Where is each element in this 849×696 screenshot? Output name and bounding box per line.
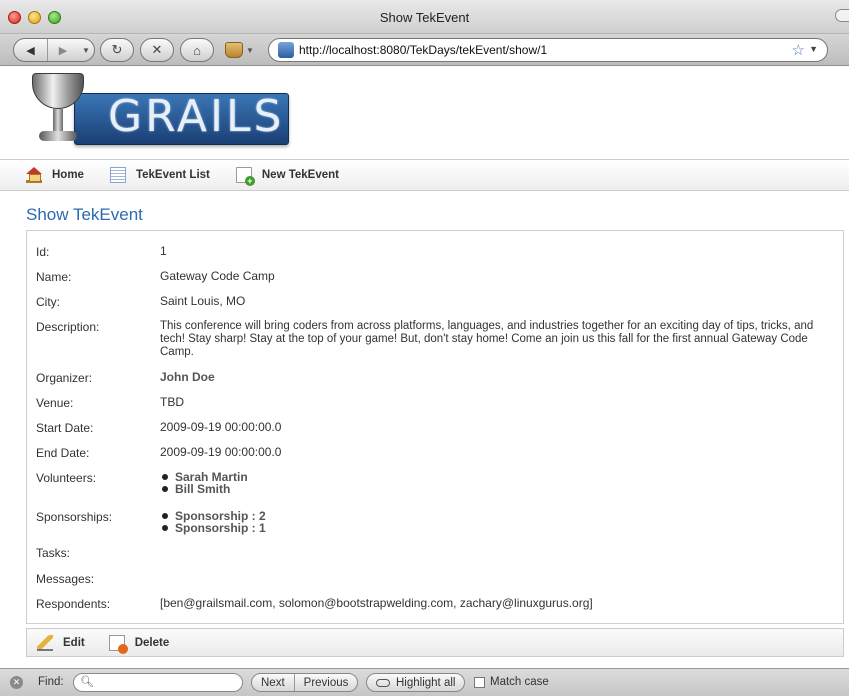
- name-label: Name:: [36, 270, 72, 284]
- window-title: Show TekEvent: [379, 10, 470, 25]
- reload-icon: ↻: [111, 42, 123, 57]
- start-date-value: 2009-09-19 00:00:00.0: [160, 420, 282, 434]
- new-document-icon: [235, 167, 255, 186]
- search-icon: 🔍︎: [80, 676, 94, 688]
- city-label: City:: [36, 295, 60, 309]
- start-date-label: Start Date:: [36, 421, 94, 435]
- page-title: Show TekEvent: [26, 205, 143, 224]
- back-arrow-icon: ◀: [26, 44, 35, 57]
- match-case-label[interactable]: Match case: [490, 676, 549, 688]
- home-button[interactable]: ⌂: [180, 38, 214, 62]
- header-logo-area: GRAILS: [0, 67, 849, 159]
- page-nav: Home TekEvent List New TekEvent: [0, 159, 849, 191]
- chevron-down-icon: ▼: [82, 45, 90, 55]
- end-date-value: 2009-09-19 00:00:00.0: [160, 445, 282, 459]
- id-value: 1: [160, 244, 167, 258]
- toolbar-toggle-button[interactable]: [835, 9, 849, 22]
- match-case-checkbox[interactable]: [474, 677, 485, 688]
- nav-new-tekevent-link[interactable]: New TekEvent: [235, 167, 339, 186]
- url-dropdown-icon[interactable]: ▼: [809, 44, 818, 54]
- tasks-label: Tasks:: [36, 546, 71, 560]
- url-text: http://localhost:8080/TekDays/tekEvent/s…: [299, 43, 548, 57]
- reload-button[interactable]: ↻: [100, 38, 134, 62]
- window-titlebar: Show TekEvent: [0, 0, 849, 34]
- find-input[interactable]: 🔍︎: [73, 673, 243, 692]
- messages-label: Messages:: [36, 572, 95, 586]
- nav-home-label: Home: [52, 169, 84, 181]
- nav-home-link[interactable]: Home: [26, 167, 84, 183]
- history-dropdown-button[interactable]: ▼: [78, 39, 94, 61]
- description-value: This conference will bring coders from a…: [160, 320, 814, 358]
- delete-document-icon: [108, 634, 128, 654]
- organizer-link[interactable]: John Doe: [160, 371, 831, 384]
- delete-button[interactable]: Delete: [108, 634, 170, 654]
- find-label: Find:: [38, 676, 64, 688]
- edit-label: Edit: [63, 636, 85, 649]
- stop-button[interactable]: ✕: [140, 38, 174, 62]
- chevron-down-icon: ▼: [246, 45, 254, 55]
- volunteer-link[interactable]: Sarah Martin: [160, 471, 831, 483]
- action-buttons: Edit Delete: [26, 628, 844, 657]
- city-value: Saint Louis, MO: [160, 294, 246, 308]
- highlight-all-label: Highlight all: [396, 676, 456, 689]
- sponsorship-link[interactable]: Sponsorship : 1: [160, 522, 831, 534]
- bookmarks-button[interactable]: ▼: [225, 40, 255, 60]
- url-bar[interactable]: http://localhost:8080/TekDays/tekEvent/s…: [268, 38, 828, 62]
- history-nav-group: ◀ ▶ ▼: [13, 38, 95, 62]
- nav-list-label: TekEvent List: [135, 169, 210, 181]
- nav-new-label: New TekEvent: [261, 169, 339, 181]
- logo-text: GRAILS: [108, 91, 285, 142]
- mug-icon: [225, 42, 243, 58]
- id-label: Id:: [36, 245, 50, 259]
- sponsorships-label: Sponsorships:: [36, 510, 113, 524]
- close-find-bar-button[interactable]: ✕: [10, 676, 23, 689]
- sponsorships-list: Sponsorship : 2 Sponsorship : 1: [160, 510, 831, 534]
- details-table: Id: 1 Name: Gateway Code Camp City: Sain…: [26, 230, 844, 624]
- volunteer-link[interactable]: Bill Smith: [160, 483, 831, 495]
- pencil-icon: [37, 634, 53, 651]
- volunteers-label: Volunteers:: [36, 471, 97, 485]
- home-icon: [26, 167, 42, 183]
- venue-label: Venue:: [36, 396, 74, 410]
- stop-icon: ✕: [151, 42, 163, 57]
- browser-toolbar: ◀ ▶ ▼ ↻ ✕ ⌂ ▼ http://localhost:8080/TekD…: [0, 34, 849, 66]
- site-identity-icon[interactable]: [278, 42, 294, 58]
- edit-button[interactable]: Edit: [37, 634, 85, 651]
- nav-tekevent-list-link[interactable]: TekEvent List: [109, 167, 210, 183]
- organizer-label: Organizer:: [36, 371, 93, 385]
- find-nav-buttons: Next Previous: [251, 673, 359, 692]
- find-bar: ✕ Find: 🔍︎ Next Previous Highlight all M…: [0, 668, 849, 696]
- highlight-all-button[interactable]: Highlight all: [366, 673, 466, 692]
- forward-button[interactable]: ▶: [48, 39, 78, 61]
- grail-cup-icon: [26, 71, 90, 147]
- respondents-label: Respondents:: [36, 597, 111, 611]
- bookmark-star-icon[interactable]: ☆: [792, 41, 805, 59]
- find-previous-button[interactable]: Previous: [293, 674, 358, 691]
- venue-value: TBD: [160, 395, 184, 409]
- home-icon: ⌂: [193, 42, 201, 58]
- delete-label: Delete: [134, 636, 170, 649]
- list-icon: [109, 167, 126, 183]
- highlight-icon: [376, 678, 390, 687]
- forward-arrow-icon: ▶: [58, 44, 68, 57]
- grails-logo[interactable]: GRAILS: [22, 71, 290, 153]
- description-label: Description:: [36, 320, 100, 334]
- volunteers-list: Sarah Martin Bill Smith: [160, 471, 831, 495]
- end-date-label: End Date:: [36, 446, 90, 460]
- name-value: Gateway Code Camp: [160, 269, 275, 283]
- find-next-button[interactable]: Next: [252, 674, 294, 691]
- back-button[interactable]: ◀: [14, 39, 48, 61]
- respondents-value: [ben@grailsmail.com, solomon@bootstrapwe…: [160, 596, 593, 610]
